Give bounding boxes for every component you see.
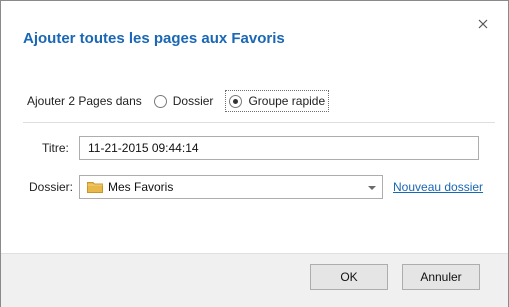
folder-field-label: Dossier:: [29, 180, 74, 194]
dialog-footer: OK Annuler: [1, 253, 508, 307]
title-input[interactable]: 11-21-2015 09:44:14: [79, 136, 479, 160]
radio-dossier-label[interactable]: Dossier: [173, 94, 214, 108]
radio-dossier-circle[interactable]: [153, 94, 167, 108]
divider: [23, 122, 495, 123]
radio-groupe-rapide-label[interactable]: Groupe rapide: [248, 94, 325, 108]
dialog-title: Ajouter toutes les pages aux Favoris: [23, 30, 285, 47]
close-icon: [478, 19, 488, 29]
chevron-down-icon[interactable]: [367, 184, 377, 192]
add-pages-label: Ajouter 2 Pages dans: [27, 94, 142, 108]
cancel-button[interactable]: Annuler: [402, 264, 480, 290]
folder-icon: [87, 181, 103, 193]
add-pages-row: Ajouter 2 Pages dans Dossier Groupe rapi…: [27, 90, 330, 112]
title-input-value[interactable]: 11-21-2015 09:44:14: [88, 141, 199, 155]
close-button[interactable]: [469, 12, 497, 36]
folder-dropdown-value[interactable]: Mes Favoris: [108, 180, 173, 194]
folder-dropdown[interactable]: Mes Favoris: [79, 175, 383, 199]
radio-groupe-rapide-circle[interactable]: [229, 94, 243, 108]
ok-button[interactable]: OK: [310, 264, 388, 290]
title-field-label: Titre:: [42, 141, 69, 155]
radio-groupe-rapide[interactable]: Groupe rapide: [225, 90, 330, 112]
add-all-pages-dialog: Ajouter toutes les pages aux Favoris Ajo…: [0, 0, 509, 307]
radio-dossier[interactable]: Dossier: [150, 90, 218, 112]
new-folder-link[interactable]: Nouveau dossier: [393, 180, 483, 194]
